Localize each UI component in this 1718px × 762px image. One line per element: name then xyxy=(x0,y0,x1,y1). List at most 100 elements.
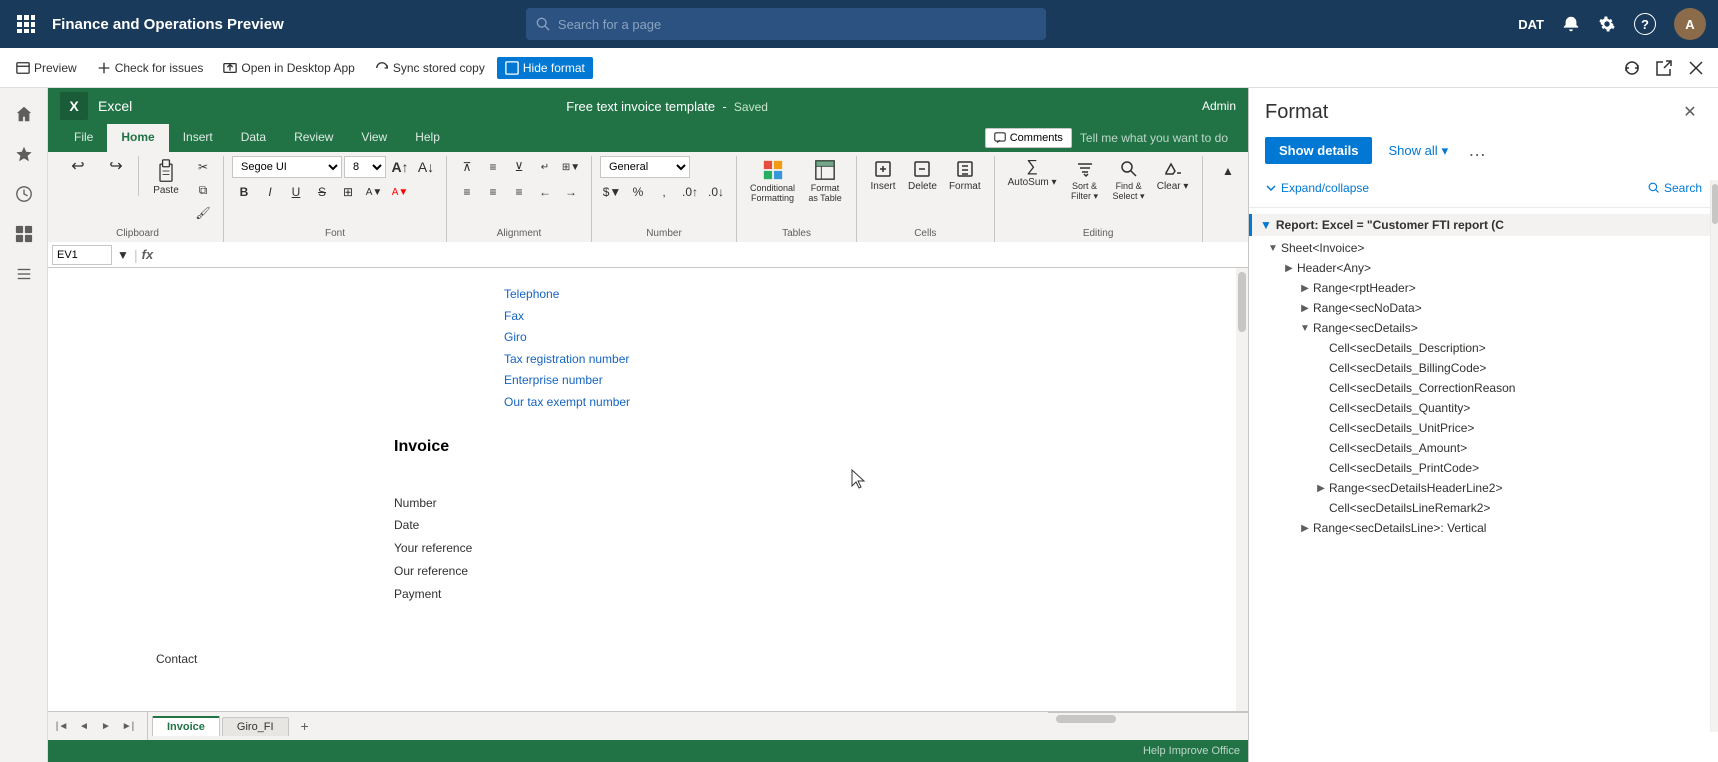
sheet-tab-invoice[interactable]: Invoice xyxy=(152,716,220,736)
formula-input[interactable] xyxy=(157,248,1244,262)
tree-item-9[interactable]: Cell<secDetails_UnitPrice> xyxy=(1249,418,1718,438)
tree-root-item[interactable]: ▼ Report: Excel = "Customer FTI report (… xyxy=(1249,214,1718,236)
delete-button[interactable]: Delete xyxy=(903,156,942,195)
sort-filter-button[interactable]: Sort &Filter ▾ xyxy=(1064,156,1106,205)
check-issues-button[interactable]: Check for issues xyxy=(89,57,212,79)
sidebar-home[interactable] xyxy=(6,96,42,132)
tree-item-2[interactable]: ▶ Range<rptHeader> xyxy=(1249,278,1718,298)
align-top-button[interactable]: ⊼ xyxy=(455,156,479,178)
user-avatar[interactable]: A xyxy=(1674,8,1706,40)
more-options-button[interactable]: … xyxy=(1464,136,1490,165)
panel-scrollbar[interactable] xyxy=(1710,180,1718,732)
align-bottom-button[interactable]: ⊻ xyxy=(507,156,531,178)
tree-item-8[interactable]: Cell<secDetails_Quantity> xyxy=(1249,398,1718,418)
align-middle-button[interactable]: ≡ xyxy=(481,156,505,178)
ribbon-tab-data[interactable]: Data xyxy=(227,124,280,152)
tree-item-1[interactable]: ▶ Header<Any> xyxy=(1249,258,1718,278)
waffle-menu-button[interactable] xyxy=(12,15,40,33)
tree-item-14[interactable]: ▶ Range<secDetailsLine>: Vertical xyxy=(1249,518,1718,538)
sheet-last-button[interactable]: ►| xyxy=(118,716,138,736)
format-painter-button[interactable]: 🖌 xyxy=(191,202,215,224)
font-family-select[interactable]: Segoe UI xyxy=(232,156,342,178)
tree-container[interactable]: ▼ Report: Excel = "Customer FTI report (… xyxy=(1249,208,1718,762)
currency-button[interactable]: $▼ xyxy=(600,181,624,203)
global-search-box[interactable] xyxy=(526,8,1046,40)
align-left-button[interactable]: ≡ xyxy=(455,181,479,203)
panel-search-button[interactable]: Search xyxy=(1648,177,1702,199)
show-details-button[interactable]: Show details xyxy=(1265,137,1372,164)
horizontal-scrollbar[interactable] xyxy=(1048,712,1248,724)
pop-out-button[interactable] xyxy=(1650,54,1678,82)
increase-decimal-button[interactable]: .0↑ xyxy=(678,181,702,203)
tell-me-input[interactable]: Tell me what you want to do xyxy=(1080,131,1228,145)
number-format-select[interactable]: General xyxy=(600,156,690,178)
comments-button[interactable]: Comments xyxy=(985,128,1072,148)
sheet-tab-giro[interactable]: Giro_FI xyxy=(222,717,289,736)
fill-color-button[interactable]: A▼ xyxy=(362,181,386,203)
show-all-button[interactable]: Show all ▾ xyxy=(1380,137,1456,165)
hide-format-button[interactable]: Hide format xyxy=(497,57,593,79)
font-color-button[interactable]: A▼ xyxy=(388,181,412,203)
bold-button[interactable]: B xyxy=(232,181,256,203)
sheet-next-button[interactable]: ► xyxy=(96,716,116,736)
decrease-decimal-button[interactable]: .0↓ xyxy=(704,181,728,203)
insert-button[interactable]: Insert xyxy=(865,156,901,195)
preview-button[interactable]: Preview xyxy=(8,57,85,79)
sheet-first-button[interactable]: |◄ xyxy=(52,716,72,736)
clear-button[interactable]: Clear ▾ xyxy=(1152,156,1194,195)
copy-button[interactable]: ⧉ xyxy=(191,179,215,201)
italic-button[interactable]: I xyxy=(258,181,282,203)
tree-item-11[interactable]: Cell<secDetails_PrintCode> xyxy=(1249,458,1718,478)
add-sheet-button[interactable]: + xyxy=(295,716,315,736)
panel-close-button[interactable]: ✕ xyxy=(1678,100,1702,124)
close-toolbar-button[interactable] xyxy=(1682,54,1710,82)
settings-button[interactable] xyxy=(1598,15,1616,33)
border-button[interactable]: ⊞ xyxy=(336,181,360,203)
tree-item-6[interactable]: Cell<secDetails_BillingCode> xyxy=(1249,358,1718,378)
ribbon-tab-file[interactable]: File xyxy=(60,124,107,152)
collapse-ribbon-button[interactable]: ▲ xyxy=(1216,160,1240,182)
merge-button[interactable]: ⊞▼ xyxy=(559,156,583,178)
format-button[interactable]: Format xyxy=(944,156,986,195)
paste-button[interactable]: Paste xyxy=(143,156,189,199)
autosum-button[interactable]: ∑ AutoSum ▾ xyxy=(1003,156,1062,191)
tree-item-13[interactable]: Cell<secDetailsLineRemark2> xyxy=(1249,498,1718,518)
find-select-button[interactable]: Find &Select ▾ xyxy=(1108,156,1150,205)
tree-item-4[interactable]: ▼ Range<secDetails> xyxy=(1249,318,1718,338)
sidebar-favorites[interactable] xyxy=(6,136,42,172)
align-right-button[interactable]: ≡ xyxy=(507,181,531,203)
help-button[interactable]: ? xyxy=(1634,13,1656,35)
cell-reference-input[interactable] xyxy=(52,245,112,265)
tree-item-7[interactable]: Cell<secDetails_CorrectionReason xyxy=(1249,378,1718,398)
tree-item-10[interactable]: Cell<secDetails_Amount> xyxy=(1249,438,1718,458)
format-as-table-button[interactable]: Formatas Table xyxy=(802,156,848,206)
indent-decrease-button[interactable]: ← xyxy=(533,181,557,203)
undo-button[interactable]: ↩ xyxy=(60,156,96,178)
open-desktop-button[interactable]: Open in Desktop App xyxy=(215,57,362,79)
strikethrough-button[interactable]: S xyxy=(310,181,334,203)
sheet-prev-button[interactable]: ◄ xyxy=(74,716,94,736)
increase-font-button[interactable]: A↑ xyxy=(388,156,412,178)
sync-button[interactable]: Sync stored copy xyxy=(367,57,493,79)
expand-collapse-button[interactable]: Expand/collapse xyxy=(1265,177,1369,199)
indent-increase-button[interactable]: → xyxy=(559,181,583,203)
tree-item-3[interactable]: ▶ Range<secNoData> xyxy=(1249,298,1718,318)
search-input[interactable] xyxy=(558,17,1036,32)
redo-button[interactable]: ↪ xyxy=(98,156,134,178)
percent-button[interactable]: % xyxy=(626,181,650,203)
sidebar-list[interactable] xyxy=(6,256,42,292)
cut-button[interactable]: ✂ xyxy=(191,156,215,178)
notifications-button[interactable] xyxy=(1562,15,1580,33)
ribbon-tab-review[interactable]: Review xyxy=(280,124,347,152)
conditional-formatting-button[interactable]: ConditionalFormatting xyxy=(745,156,800,206)
align-center-button[interactable]: ≡ xyxy=(481,181,505,203)
decrease-font-button[interactable]: A↓ xyxy=(414,156,438,178)
sidebar-recent[interactable] xyxy=(6,176,42,212)
spreadsheet-area[interactable]: Telephone Fax Giro Tax registration numb… xyxy=(48,268,1248,711)
refresh-button[interactable] xyxy=(1618,54,1646,82)
ribbon-tab-insert[interactable]: Insert xyxy=(169,124,227,152)
ribbon-tab-home[interactable]: Home xyxy=(107,124,168,152)
comma-button[interactable]: , xyxy=(652,181,676,203)
underline-button[interactable]: U xyxy=(284,181,308,203)
tree-item-5[interactable]: Cell<secDetails_Description> xyxy=(1249,338,1718,358)
